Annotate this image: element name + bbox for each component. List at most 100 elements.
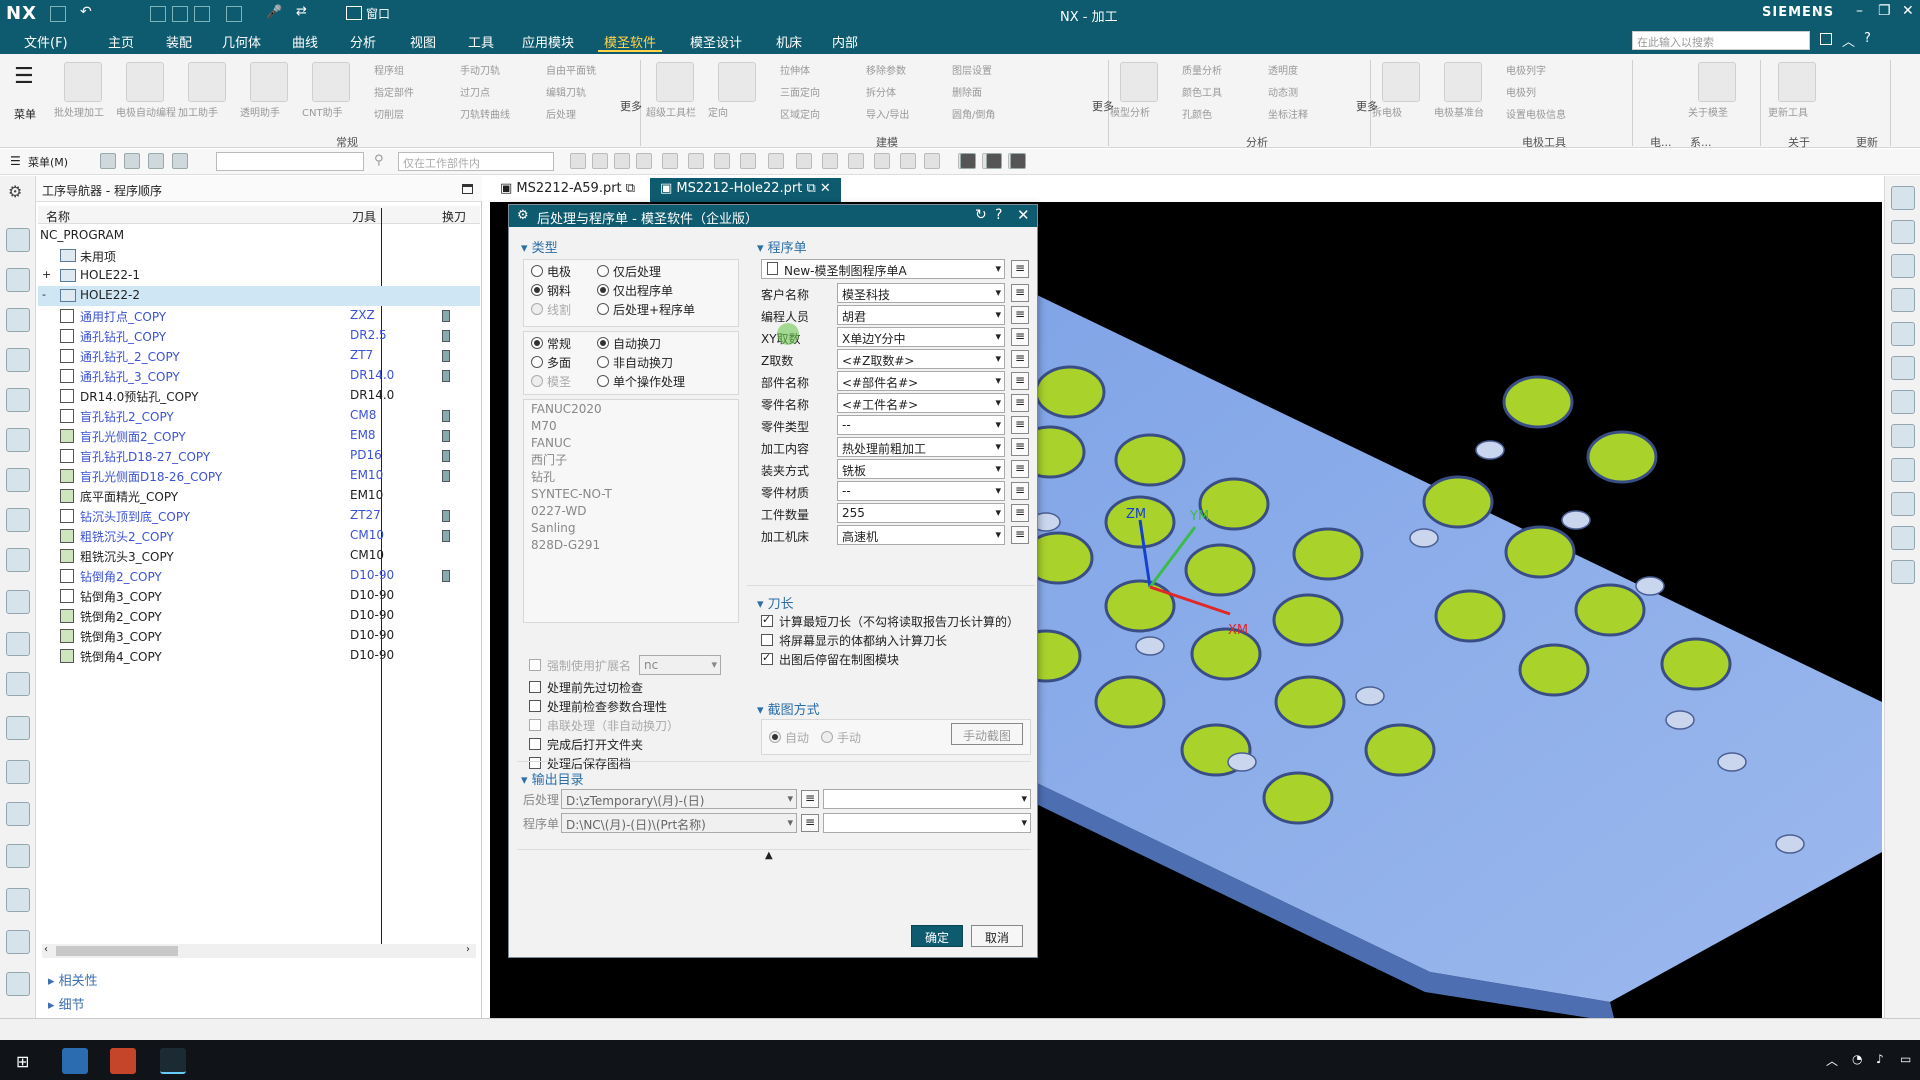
field-select-2[interactable]: X单边Y分中 bbox=[837, 327, 1005, 347]
field-list-button-3[interactable] bbox=[1011, 350, 1029, 368]
ribbon-small-command[interactable]: 三面定向 bbox=[780, 84, 820, 99]
resource-tab-icon-0[interactable] bbox=[6, 228, 30, 252]
cancel-button[interactable]: 取消 bbox=[971, 925, 1023, 947]
copy-icon[interactable] bbox=[172, 6, 188, 22]
field-select-0[interactable]: 模圣科技 bbox=[837, 283, 1005, 303]
filter-icon[interactable]: ⚲ bbox=[374, 153, 384, 168]
postprocessor-item[interactable]: 西门子 bbox=[531, 452, 731, 469]
volume-icon[interactable]: ♪ bbox=[1876, 1052, 1884, 1066]
ribbon-small-command[interactable]: 孔颜色 bbox=[1182, 106, 1212, 121]
scrollbar-thumb[interactable] bbox=[56, 946, 178, 956]
field-select-6[interactable]: -- bbox=[837, 415, 1005, 435]
tool-length-checkbox-1[interactable] bbox=[761, 634, 773, 646]
ribbon-small-command[interactable]: 电极列 bbox=[1506, 84, 1536, 99]
help-icon[interactable]: ? bbox=[1864, 31, 1871, 46]
field-list-button-6[interactable] bbox=[1011, 416, 1029, 434]
option-checkbox-4[interactable] bbox=[529, 757, 541, 769]
menu-tab-0[interactable]: 文件(F) bbox=[18, 32, 74, 52]
postprocessor-item[interactable]: 钻孔 bbox=[531, 469, 731, 486]
chevron-up-icon[interactable]: ︿ bbox=[1842, 31, 1855, 50]
tree-row[interactable]: NC_PROGRAM bbox=[38, 226, 480, 246]
column-tool-change[interactable]: 换刀 bbox=[442, 208, 466, 225]
ribbon-button-3-1[interactable] bbox=[1444, 62, 1482, 102]
toolbar-tool-icon-7[interactable] bbox=[740, 153, 756, 169]
ribbon-small-command[interactable]: 过刀点 bbox=[460, 84, 490, 99]
selection-scope-select[interactable]: 仅在工作部件内 bbox=[398, 152, 554, 171]
touch-mode-icon[interactable]: ⇄ bbox=[296, 4, 307, 19]
ribbon-small-command[interactable]: 手动刀轨 bbox=[460, 62, 500, 77]
desktop-app-icon[interactable] bbox=[62, 1048, 88, 1074]
toolbar-tool-icon-3[interactable] bbox=[636, 153, 652, 169]
window-icon[interactable] bbox=[346, 6, 362, 20]
ribbon-small-command[interactable]: 切削层 bbox=[374, 106, 404, 121]
toolbar-tool-icon-2[interactable] bbox=[614, 153, 630, 169]
ribbon-small-command[interactable]: 颜色工具 bbox=[1182, 84, 1222, 99]
ribbon-button-0-3[interactable] bbox=[250, 62, 288, 102]
ribbon-button-1-0[interactable] bbox=[656, 62, 694, 102]
tree-row[interactable]: 盲孔光侧面2_COPY EM8 bbox=[38, 426, 480, 446]
reset-icon[interactable]: ↻ bbox=[975, 207, 987, 223]
resource-tab-icon-14[interactable] bbox=[6, 802, 30, 826]
postprocessor-item[interactable]: FANUC bbox=[531, 435, 731, 452]
nx-app-icon[interactable] bbox=[160, 1048, 186, 1074]
tree-row[interactable]: DR14.0预钻孔_COPY DR14.0 bbox=[38, 386, 480, 406]
mode-radio-0[interactable] bbox=[531, 337, 543, 349]
field-list-button-9[interactable] bbox=[1011, 482, 1029, 500]
field-select-1[interactable]: 胡君 bbox=[837, 305, 1005, 325]
toolbar-tool-icon-4[interactable] bbox=[662, 153, 678, 169]
output-radio-2[interactable] bbox=[597, 303, 609, 315]
tree-row[interactable]: 底平面精光_COPY EM10 bbox=[38, 486, 480, 506]
snapshot-section-header[interactable]: 截图方式 bbox=[757, 699, 820, 718]
field-select-9[interactable]: -- bbox=[837, 481, 1005, 501]
resource-tab-icon-5[interactable] bbox=[6, 428, 30, 452]
type-section-header[interactable]: 类型 bbox=[521, 237, 558, 256]
tree-row[interactable]: + HOLE22-1 bbox=[38, 266, 480, 286]
postprocessor-item[interactable]: FANUC2020 bbox=[531, 401, 731, 418]
right-tool-icon-4[interactable] bbox=[1891, 322, 1915, 346]
view-toggle-icon-1[interactable] bbox=[986, 153, 1002, 169]
template-settings-button[interactable] bbox=[1011, 260, 1029, 278]
ribbon-small-command[interactable]: 电极列字 bbox=[1506, 62, 1546, 77]
option-checkbox-3[interactable] bbox=[529, 738, 541, 750]
resource-tab-icon-9[interactable] bbox=[6, 590, 30, 614]
save-icon[interactable] bbox=[50, 6, 66, 22]
details-section[interactable]: ▸ 细节 bbox=[48, 994, 85, 1013]
tree-row[interactable]: 盲孔钻孔D18-27_COPY PD16 bbox=[38, 446, 480, 466]
tab-ms2212-a59[interactable]: ▣ MS2212-A59.prt ⧉ bbox=[490, 178, 645, 202]
field-list-button-5[interactable] bbox=[1011, 394, 1029, 412]
field-list-button-4[interactable] bbox=[1011, 372, 1029, 390]
sheet-folder-browse-icon[interactable] bbox=[801, 814, 819, 832]
minimize-icon[interactable]: – bbox=[1856, 3, 1863, 19]
field-list-button-11[interactable] bbox=[1011, 526, 1029, 544]
tool-length-section-header[interactable]: 刀长 bbox=[757, 593, 794, 612]
force-extension-checkbox[interactable] bbox=[529, 659, 541, 671]
toolbar-tool-icon-11[interactable] bbox=[848, 153, 864, 169]
ribbon-small-command[interactable]: 区域定向 bbox=[780, 106, 820, 121]
right-tool-icon-0[interactable] bbox=[1891, 186, 1915, 210]
dialog-close-icon[interactable]: ✕ bbox=[1017, 206, 1030, 224]
resource-tab-icon-16[interactable] bbox=[6, 888, 30, 912]
tree-row[interactable]: 钻倒角2_COPY D10-90 bbox=[38, 566, 480, 586]
geometry-view-icon[interactable] bbox=[148, 153, 164, 169]
field-list-button-10[interactable] bbox=[1011, 504, 1029, 522]
hamburger-small-icon[interactable]: ☰ bbox=[10, 154, 21, 168]
ribbon-small-command[interactable]: 拉伸体 bbox=[780, 62, 810, 77]
right-tool-icon-10[interactable] bbox=[1891, 526, 1915, 550]
fullscreen-icon[interactable] bbox=[1820, 33, 1832, 45]
postprocessor-items[interactable]: FANUC2020 M70 FANUC 西门子 钻孔 SYNTEC-NO-T 0227-WD… bbox=[531, 401, 731, 554]
field-select-4[interactable]: <#部件名#> bbox=[837, 371, 1005, 391]
ribbon-small-command[interactable]: 刀轨转曲线 bbox=[460, 106, 510, 121]
tree-row[interactable]: 通孔钻孔_COPY DR2.5 bbox=[38, 326, 480, 346]
resource-tab-icon-12[interactable] bbox=[6, 716, 30, 740]
menu-tab-1[interactable]: 主页 bbox=[102, 32, 140, 52]
right-tool-icon-3[interactable] bbox=[1891, 288, 1915, 312]
tab-ms2212-hole22[interactable]: ▣ MS2212-Hole22.prt ⧉ ✕ bbox=[650, 178, 841, 202]
right-tool-icon-7[interactable] bbox=[1891, 424, 1915, 448]
toolbar-tool-icon-9[interactable] bbox=[796, 153, 812, 169]
maximize-icon[interactable] bbox=[462, 184, 473, 194]
menu-tab-2[interactable]: 装配 bbox=[160, 32, 198, 52]
tree-row[interactable]: 粗铣沉头3_COPY CM10 bbox=[38, 546, 480, 566]
powerpoint-icon[interactable] bbox=[110, 1048, 136, 1074]
output-section-header[interactable]: 输出目录 bbox=[521, 769, 584, 788]
machine-tool-view-icon[interactable] bbox=[124, 153, 140, 169]
